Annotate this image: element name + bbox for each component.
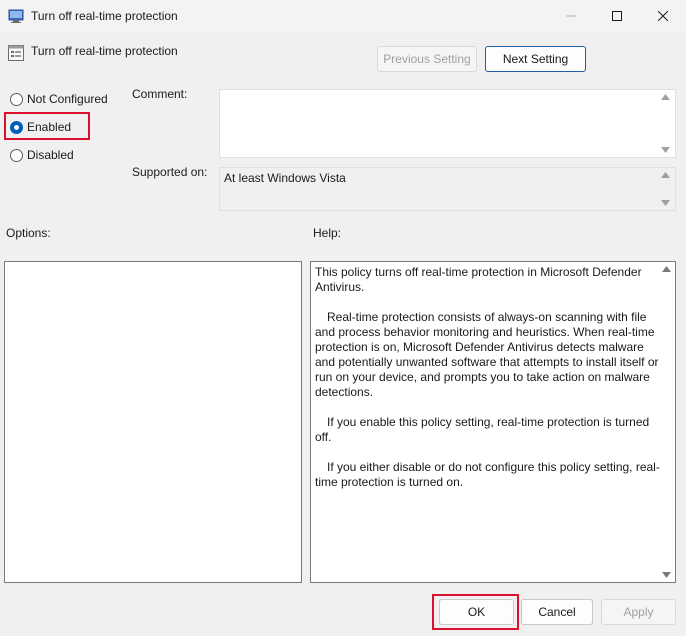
options-label: Options:: [6, 226, 51, 240]
enabled-highlight-box: [4, 112, 90, 140]
scroll-up-icon[interactable]: [657, 90, 674, 104]
maximize-icon: [612, 11, 622, 21]
policy-name: Turn off real-time protection: [31, 44, 178, 58]
help-scrollbar[interactable]: [658, 262, 675, 582]
help-text: This policy turns off real-time protecti…: [315, 265, 660, 505]
options-panel: [4, 261, 302, 583]
cancel-button[interactable]: Cancel: [521, 599, 593, 625]
scroll-up-icon[interactable]: [657, 168, 674, 182]
apply-button[interactable]: Apply: [601, 599, 676, 625]
ok-highlight-box: [432, 594, 519, 630]
comment-scrollbar[interactable]: [657, 90, 674, 157]
supported-on-label: Supported on:: [132, 165, 208, 179]
radio-button[interactable]: [10, 148, 23, 162]
close-icon: [658, 11, 668, 21]
next-setting-button[interactable]: Next Setting: [485, 46, 586, 72]
scroll-down-icon[interactable]: [657, 143, 674, 157]
help-label: Help:: [313, 226, 342, 240]
scroll-down-icon[interactable]: [658, 568, 675, 582]
radio-label: Not Configured: [27, 92, 108, 106]
comment-textarea[interactable]: [219, 89, 676, 158]
close-button[interactable]: [640, 0, 686, 32]
supported-scrollbar[interactable]: [657, 168, 674, 210]
radio-button[interactable]: [10, 92, 23, 106]
previous-setting-button[interactable]: Previous Setting: [377, 46, 477, 72]
window-title: Turn off real-time protection: [31, 9, 178, 23]
policy-setting-icon: [7, 44, 25, 62]
radio-disabled[interactable]: Disabled: [10, 146, 74, 164]
radio-not-configured[interactable]: Not Configured: [10, 90, 108, 108]
minimize-icon: [566, 15, 576, 17]
help-paragraph: If you enable this policy setting, real-…: [315, 415, 650, 444]
help-paragraph: If you either disable or do not configur…: [315, 460, 660, 489]
minimize-button[interactable]: [548, 0, 594, 32]
maximize-button[interactable]: [594, 0, 640, 32]
help-paragraph: Real-time protection consists of always-…: [315, 310, 659, 399]
help-paragraph: This policy turns off real-time protecti…: [315, 265, 642, 294]
group-policy-app-icon: [8, 8, 24, 24]
comment-label: Comment:: [132, 87, 188, 101]
scroll-down-icon[interactable]: [657, 196, 674, 210]
radio-label: Disabled: [27, 148, 74, 162]
supported-on-value: At least Windows Vista: [224, 171, 346, 185]
scroll-up-icon[interactable]: [658, 262, 675, 276]
